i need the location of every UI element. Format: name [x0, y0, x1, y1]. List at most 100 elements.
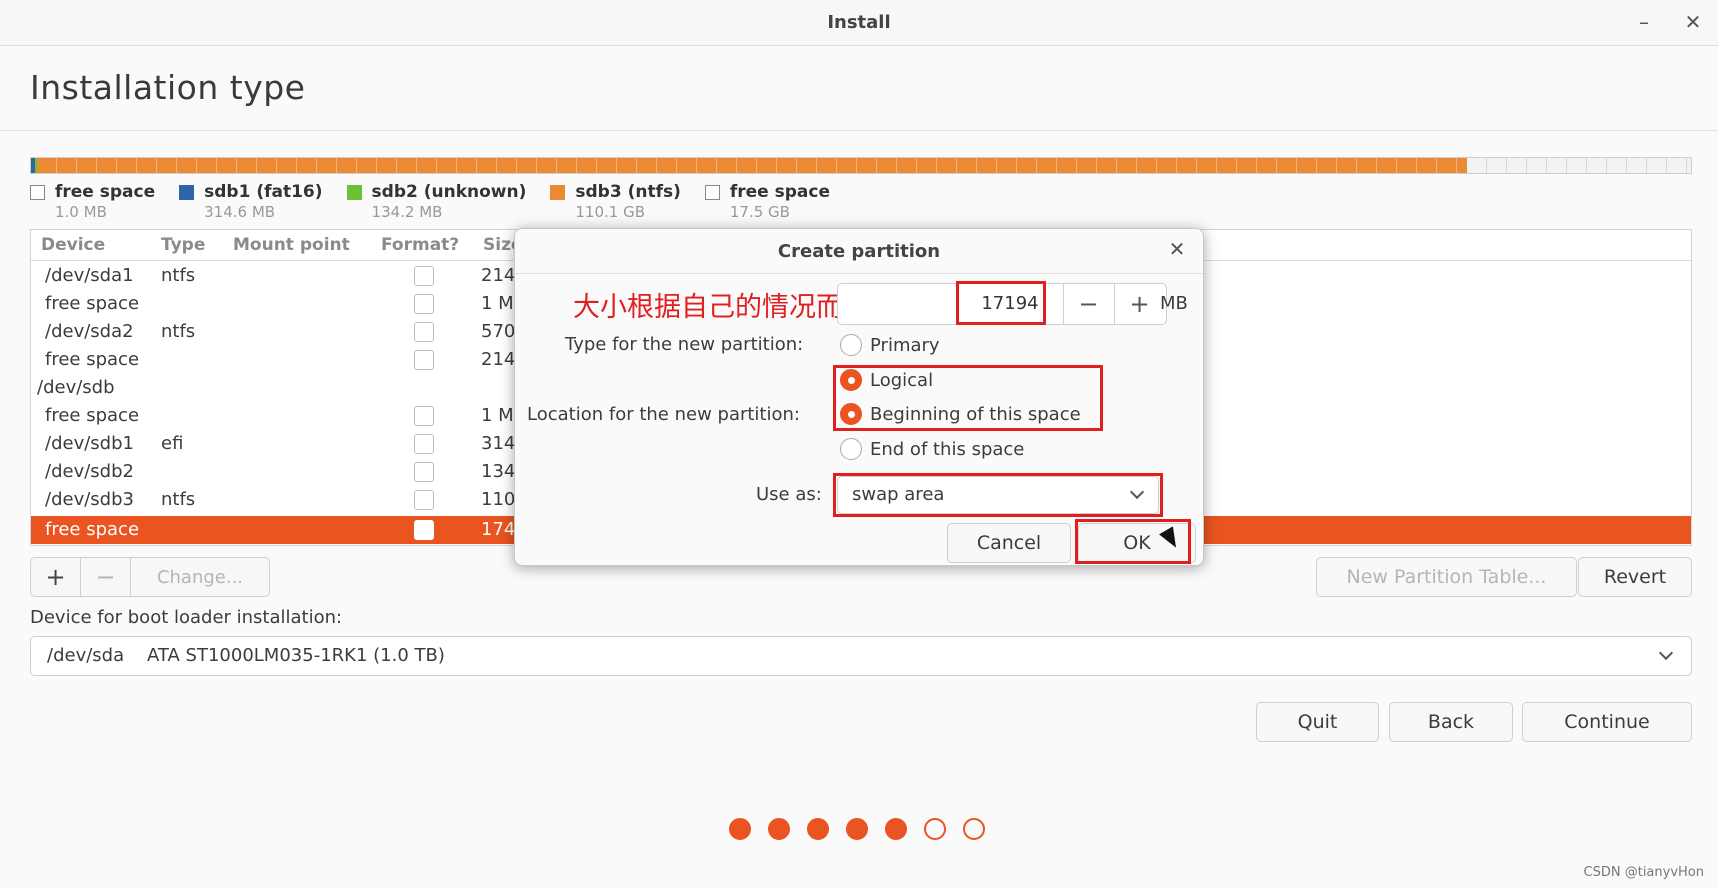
bootloader-device-select[interactable]: /dev/sda ATA ST1000LM035-1RK1 (1.0 TB): [30, 636, 1692, 676]
progress-dot-filled: [846, 818, 868, 840]
radio-end[interactable]: End of this space: [840, 438, 1024, 460]
location-label: Location for the new partition:: [527, 404, 800, 425]
row-device: /dev/sdb1: [45, 433, 134, 454]
bootloader-label: Device for boot loader installation:: [30, 607, 343, 628]
add-partition-button[interactable]: +: [31, 558, 81, 596]
revert-button[interactable]: Revert: [1578, 557, 1692, 597]
legend-size: 17.5 GB: [729, 203, 790, 221]
use-as-label: Use as:: [756, 484, 822, 505]
row-size: 110: [481, 489, 516, 510]
column-device[interactable]: Device: [41, 235, 105, 255]
format-checkbox[interactable]: [414, 462, 434, 482]
quit-button[interactable]: Quit: [1256, 702, 1379, 742]
close-icon[interactable]: ✕: [1679, 8, 1707, 36]
column-mount-point[interactable]: Mount point: [233, 235, 350, 255]
format-checkbox[interactable]: [414, 294, 434, 314]
radio-primary[interactable]: Primary: [840, 334, 940, 356]
legend-item: sdb1 (fat16) 314.6 MB: [179, 182, 323, 221]
column-type[interactable]: Type: [161, 235, 205, 255]
radio-logical[interactable]: Logical: [840, 369, 933, 391]
legend-item: free space 1.0 MB: [30, 182, 155, 221]
legend-size: 1.0 MB: [55, 203, 107, 221]
close-icon[interactable]: ✕: [1165, 237, 1189, 261]
progress-dot-filled: [807, 818, 829, 840]
size-input[interactable]: 17194: [965, 286, 1055, 324]
page-title: Installation type: [30, 68, 306, 107]
size-spinbutton[interactable]: 17194 − +: [837, 283, 1167, 325]
progress-dot-filled: [885, 818, 907, 840]
disk-legend: free space 1.0 MB sdb1 (fat16) 314.6 MB sd…: [30, 182, 830, 221]
annotation-text: 大小根据自己的情况而定: [573, 292, 870, 323]
legend-swatch: [179, 185, 195, 200]
partition-toolbar: + − Change...: [30, 557, 270, 597]
disk-segment-sdb3: [37, 158, 1467, 173]
minimize-icon[interactable]: –: [1630, 8, 1658, 36]
progress-dot-empty: [963, 818, 985, 840]
row-type: ntfs: [161, 489, 196, 510]
window-titlebar: Install – ✕: [0, 0, 1718, 46]
progress-dots: [729, 818, 985, 840]
chevron-down-icon: [1129, 484, 1145, 500]
radio-label: Primary: [870, 334, 940, 356]
legend-swatch: [30, 185, 45, 200]
radio-label: Logical: [870, 369, 934, 391]
format-checkbox[interactable]: [414, 322, 434, 342]
row-device: free space: [45, 349, 140, 370]
radio-circle: [840, 438, 862, 460]
disk-usage-bar: [30, 157, 1692, 174]
new-partition-table-button[interactable]: New Partition Table...: [1316, 557, 1577, 597]
row-size: 214: [481, 265, 516, 286]
radio-circle-selected: [840, 403, 862, 425]
legend-swatch: [346, 185, 362, 200]
chevron-down-icon: [1658, 645, 1674, 661]
row-device: /dev/sda2: [45, 321, 134, 342]
format-checkbox[interactable]: [414, 406, 434, 426]
radio-label: End of this space: [870, 438, 1025, 460]
decrease-size-button[interactable]: −: [1063, 284, 1113, 324]
format-checkbox[interactable]: [414, 266, 434, 286]
remove-partition-button[interactable]: −: [81, 558, 131, 596]
legend-size: 110.1 GB: [575, 203, 645, 221]
row-device: free space: [45, 293, 140, 314]
change-partition-button[interactable]: Change...: [131, 558, 269, 596]
column-format[interactable]: Format?: [381, 235, 459, 255]
legend-swatch: [550, 185, 566, 200]
size-unit-label: MB: [1160, 293, 1188, 314]
legend-name: sdb3 (ntfs): [575, 182, 681, 202]
row-device: free space: [45, 405, 140, 426]
row-size: 570: [481, 321, 516, 342]
legend-name: free space: [55, 182, 156, 202]
legend-name: free space: [729, 182, 830, 202]
row-type: ntfs: [161, 321, 196, 342]
row-size: 1 M: [481, 405, 514, 426]
row-type: efi: [161, 433, 184, 454]
continue-button[interactable]: Continue: [1522, 702, 1692, 742]
watermark: CSDN @tianyvHon: [1583, 865, 1704, 880]
use-as-value: swap area: [852, 484, 945, 505]
legend-item: sdb3 (ntfs) 110.1 GB: [550, 182, 681, 221]
format-checkbox[interactable]: [414, 434, 434, 454]
legend-name: sdb2 (unknown): [371, 182, 527, 202]
row-type: ntfs: [161, 265, 196, 286]
use-as-select[interactable]: swap area: [837, 476, 1159, 514]
radio-beginning[interactable]: Beginning of this space: [840, 403, 1081, 425]
divider: [0, 130, 1718, 131]
back-button[interactable]: Back: [1389, 702, 1513, 742]
format-checkbox[interactable]: [414, 520, 434, 540]
legend-size: 314.6 MB: [204, 203, 276, 221]
row-device: /dev/sdb3: [45, 489, 134, 510]
radio-label: Beginning of this space: [870, 403, 1081, 425]
legend-size: 134.2 MB: [371, 203, 443, 221]
format-checkbox[interactable]: [414, 350, 434, 370]
row-device: /dev/sda1: [45, 265, 134, 286]
increase-size-button[interactable]: +: [1114, 284, 1164, 324]
legend-swatch: [704, 185, 720, 200]
row-device: free space: [45, 519, 140, 540]
window-title: Install: [827, 12, 891, 33]
create-partition-dialog: Create partition ✕ 大小根据自己的情况而定 17194 − +…: [514, 228, 1204, 566]
disk-segment-free: [1467, 158, 1691, 173]
cancel-button[interactable]: Cancel: [947, 523, 1071, 563]
row-size: 1 M: [481, 293, 514, 314]
format-checkbox[interactable]: [414, 490, 434, 510]
bootloader-device-value: /dev/sda ATA ST1000LM035-1RK1 (1.0 TB): [47, 645, 445, 666]
